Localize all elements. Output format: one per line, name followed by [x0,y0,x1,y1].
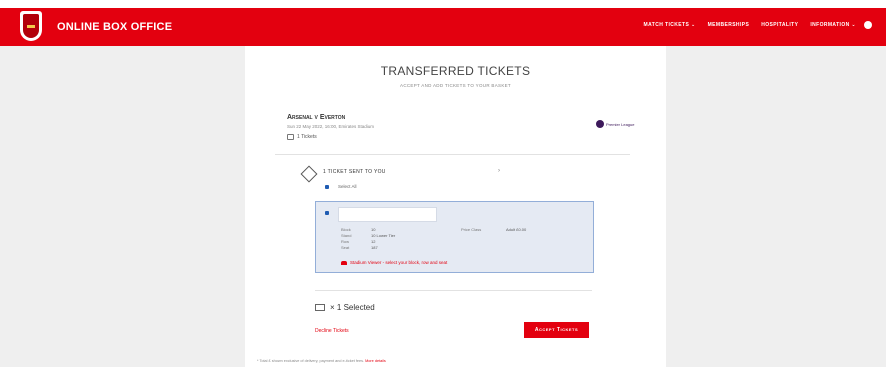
select-all-label: Select All [338,184,357,189]
seat-value: 187 [371,245,378,250]
stand-value: 10 Lower Tier [371,233,396,238]
ticket-checkbox[interactable] [325,211,329,215]
selected-count: × 1 Selected [330,303,375,312]
ticket-count: 1 Tickets [287,134,317,140]
ticket-count-label: 1 Tickets [297,134,317,140]
nav-match-tickets[interactable]: MATCH TICKETS ⌄ [644,22,696,28]
premier-league-logo: Premier League [596,120,634,128]
selection-summary: × 1 Selected [315,303,375,312]
divider [315,290,592,291]
premier-league-lion-icon [596,120,604,128]
nav-hospitality[interactable]: HOSPITALITY [761,22,798,28]
divider [275,154,630,155]
nav-information[interactable]: INFORMATION ⌄ [810,22,856,28]
arsenal-crest-icon[interactable] [20,11,42,41]
ticket-card: Block 10 Stand 10 Lower Tier Row 12 Seat… [315,201,594,273]
more-details-link[interactable]: More details [365,359,386,363]
selection-ticket-icon [315,304,325,311]
page-title: TRANSFERRED TICKETS [380,64,531,78]
match-meta: Sun 22 May 2022, 16:00, Emirates Stadium [287,124,375,129]
price-class-label: Price Class [461,227,482,232]
main-nav: MATCH TICKETS ⌄ MEMBERSHIPS HOSPITALITY … [644,22,856,28]
row-label: Row [341,239,350,244]
stadium-icon [341,260,347,265]
block-value: 10 [371,227,376,232]
select-all-checkbox[interactable] [325,185,329,189]
stadium-viewer-link[interactable]: Stadium Viewer - select your block, row … [341,260,447,265]
decline-tickets-link[interactable]: Decline Tickets [315,328,349,334]
user-icon[interactable] [864,21,872,29]
stand-label: Stand [341,233,352,238]
ticket-icon [287,134,294,140]
row-value: 12 [371,239,376,244]
seat-label: Seat [341,245,350,250]
stadium-viewer-text: Stadium Viewer - select your block, row … [350,260,448,265]
site-header: ONLINE BOX OFFICE MATCH TICKETS ⌄ MEMBER… [0,8,886,46]
page-subtitle: ACCEPT AND ADD TICKETS TO YOUR BASKET [400,83,511,88]
brand-title[interactable]: ONLINE BOX OFFICE [57,21,172,33]
footer-note-text: * Total £ shown exclusive of delivery, p… [257,359,365,363]
footer-note: * Total £ shown exclusive of delivery, p… [257,359,386,363]
tickets-sent-label: 1 TICKET SENT TO YOU [323,169,386,175]
top-strip [0,0,886,8]
match-title: Arsenal v Everton [287,114,346,121]
ticket-sent-icon [300,165,318,183]
transfer-panel: TRANSFERRED TICKETS ACCEPT AND ADD TICKE… [245,46,666,367]
premier-league-logo-text: Premier League [606,121,635,127]
price-class-value: Adult £0.00 [506,227,527,232]
nav-memberships[interactable]: MEMBERSHIPS [708,22,750,28]
chevron-down-icon[interactable]: › [498,168,500,174]
recipient-name-input[interactable] [338,207,437,222]
accept-tickets-button[interactable]: Accept Tickets [524,322,589,338]
block-label: Block [341,227,351,232]
